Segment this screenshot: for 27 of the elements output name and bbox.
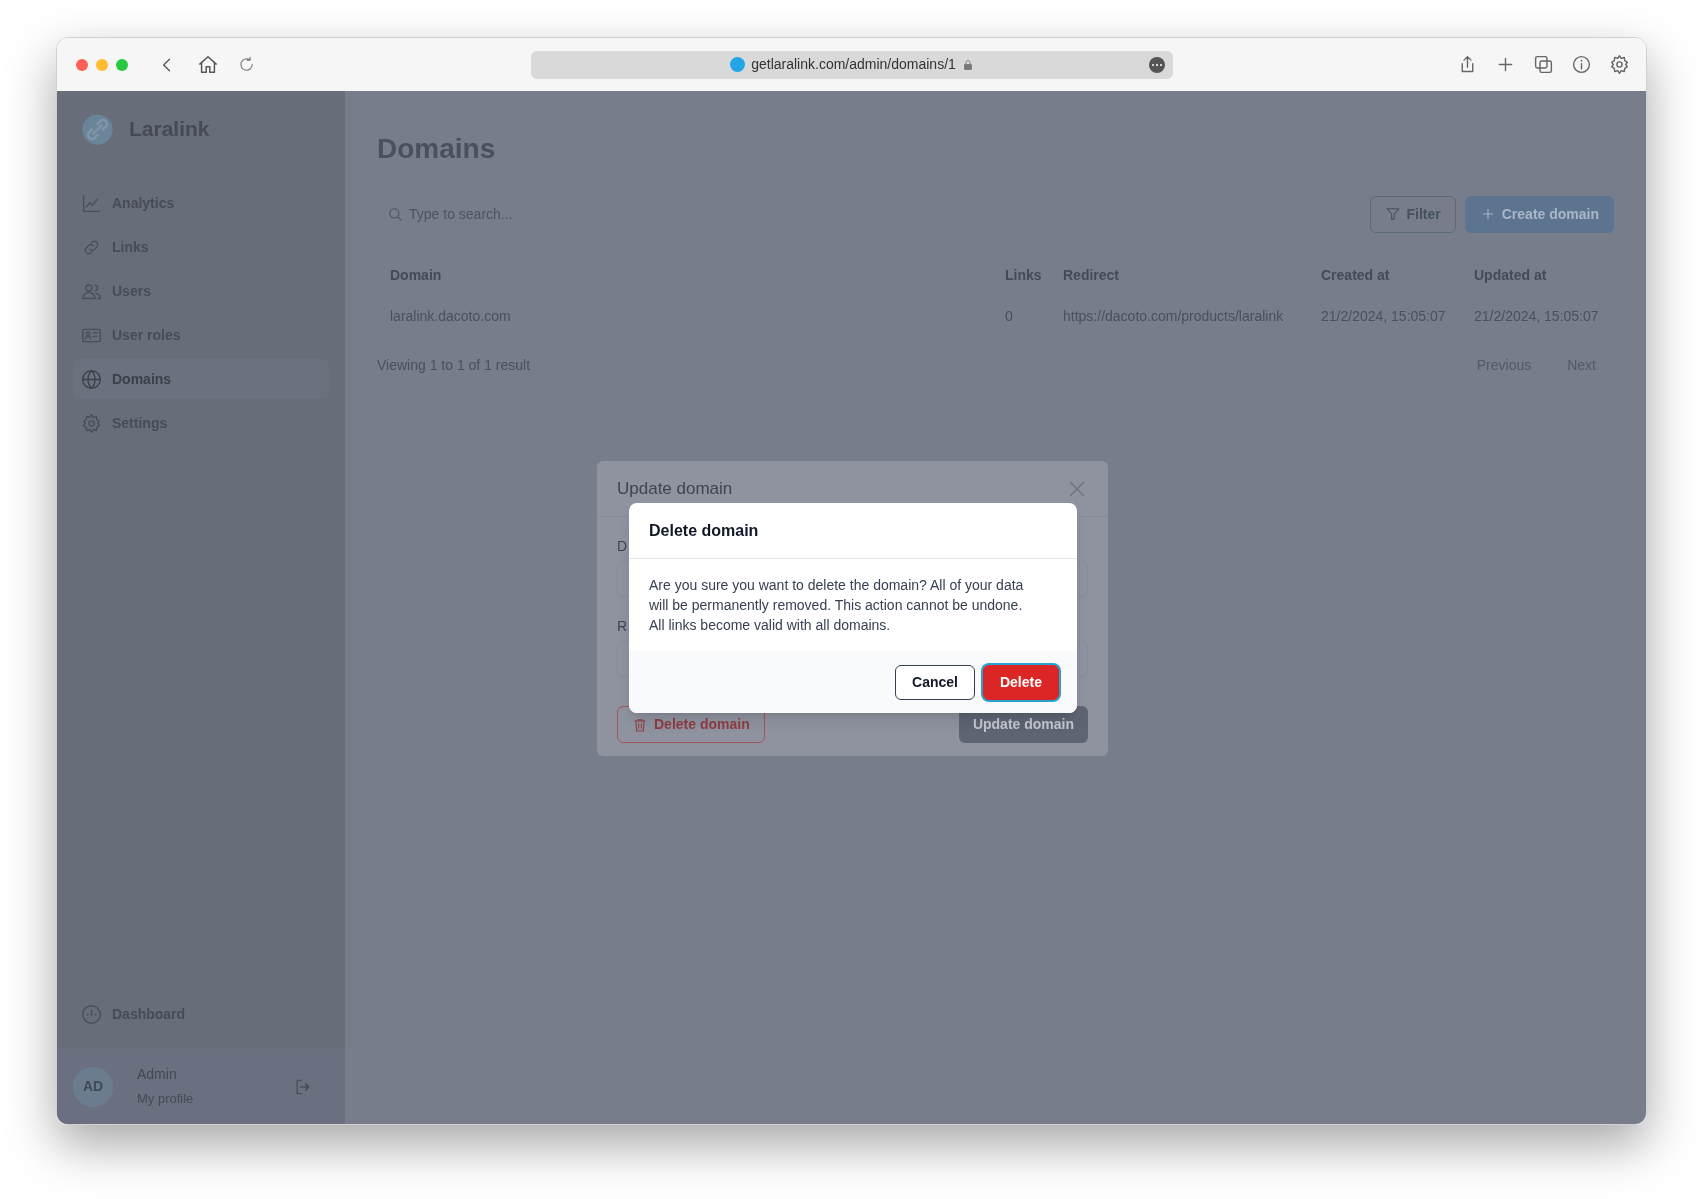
cancel-button[interactable]: Cancel xyxy=(895,664,975,700)
globe-icon xyxy=(81,368,102,390)
tabs-icon[interactable] xyxy=(1533,54,1554,75)
home-icon[interactable] xyxy=(197,53,219,76)
create-button[interactable]: Create domain xyxy=(1464,195,1614,233)
filter-icon xyxy=(1384,206,1401,222)
site-icon xyxy=(730,57,746,72)
info-icon[interactable] xyxy=(1571,54,1592,75)
field-label: R xyxy=(617,617,628,635)
lock-icon xyxy=(961,58,974,71)
address-bar[interactable]: getlaralink.com/admin/domains/1 xyxy=(531,50,1173,79)
delete-button[interactable]: Delete xyxy=(982,664,1059,700)
more-icon[interactable] xyxy=(1149,56,1165,73)
search-icon xyxy=(387,206,403,222)
modal-title: Update domain xyxy=(617,477,733,500)
gear-icon xyxy=(81,412,102,434)
settings-icon[interactable] xyxy=(1609,54,1630,75)
avatar[interactable]: AD xyxy=(73,1066,113,1107)
dialog-message: Are you sure you want to delete the domain? All of your data will be permanently removed. This action cannot be undone. All links become valid with all domains. xyxy=(648,576,1025,635)
gauge-icon xyxy=(81,1003,102,1025)
chart-icon xyxy=(81,192,102,214)
field-label: D xyxy=(617,537,628,555)
trash-icon xyxy=(632,716,648,733)
dialog-title: Delete domain xyxy=(649,520,759,541)
reload-icon[interactable] xyxy=(238,56,255,73)
window-control-icon[interactable] xyxy=(76,58,88,71)
logo-icon xyxy=(81,112,114,146)
